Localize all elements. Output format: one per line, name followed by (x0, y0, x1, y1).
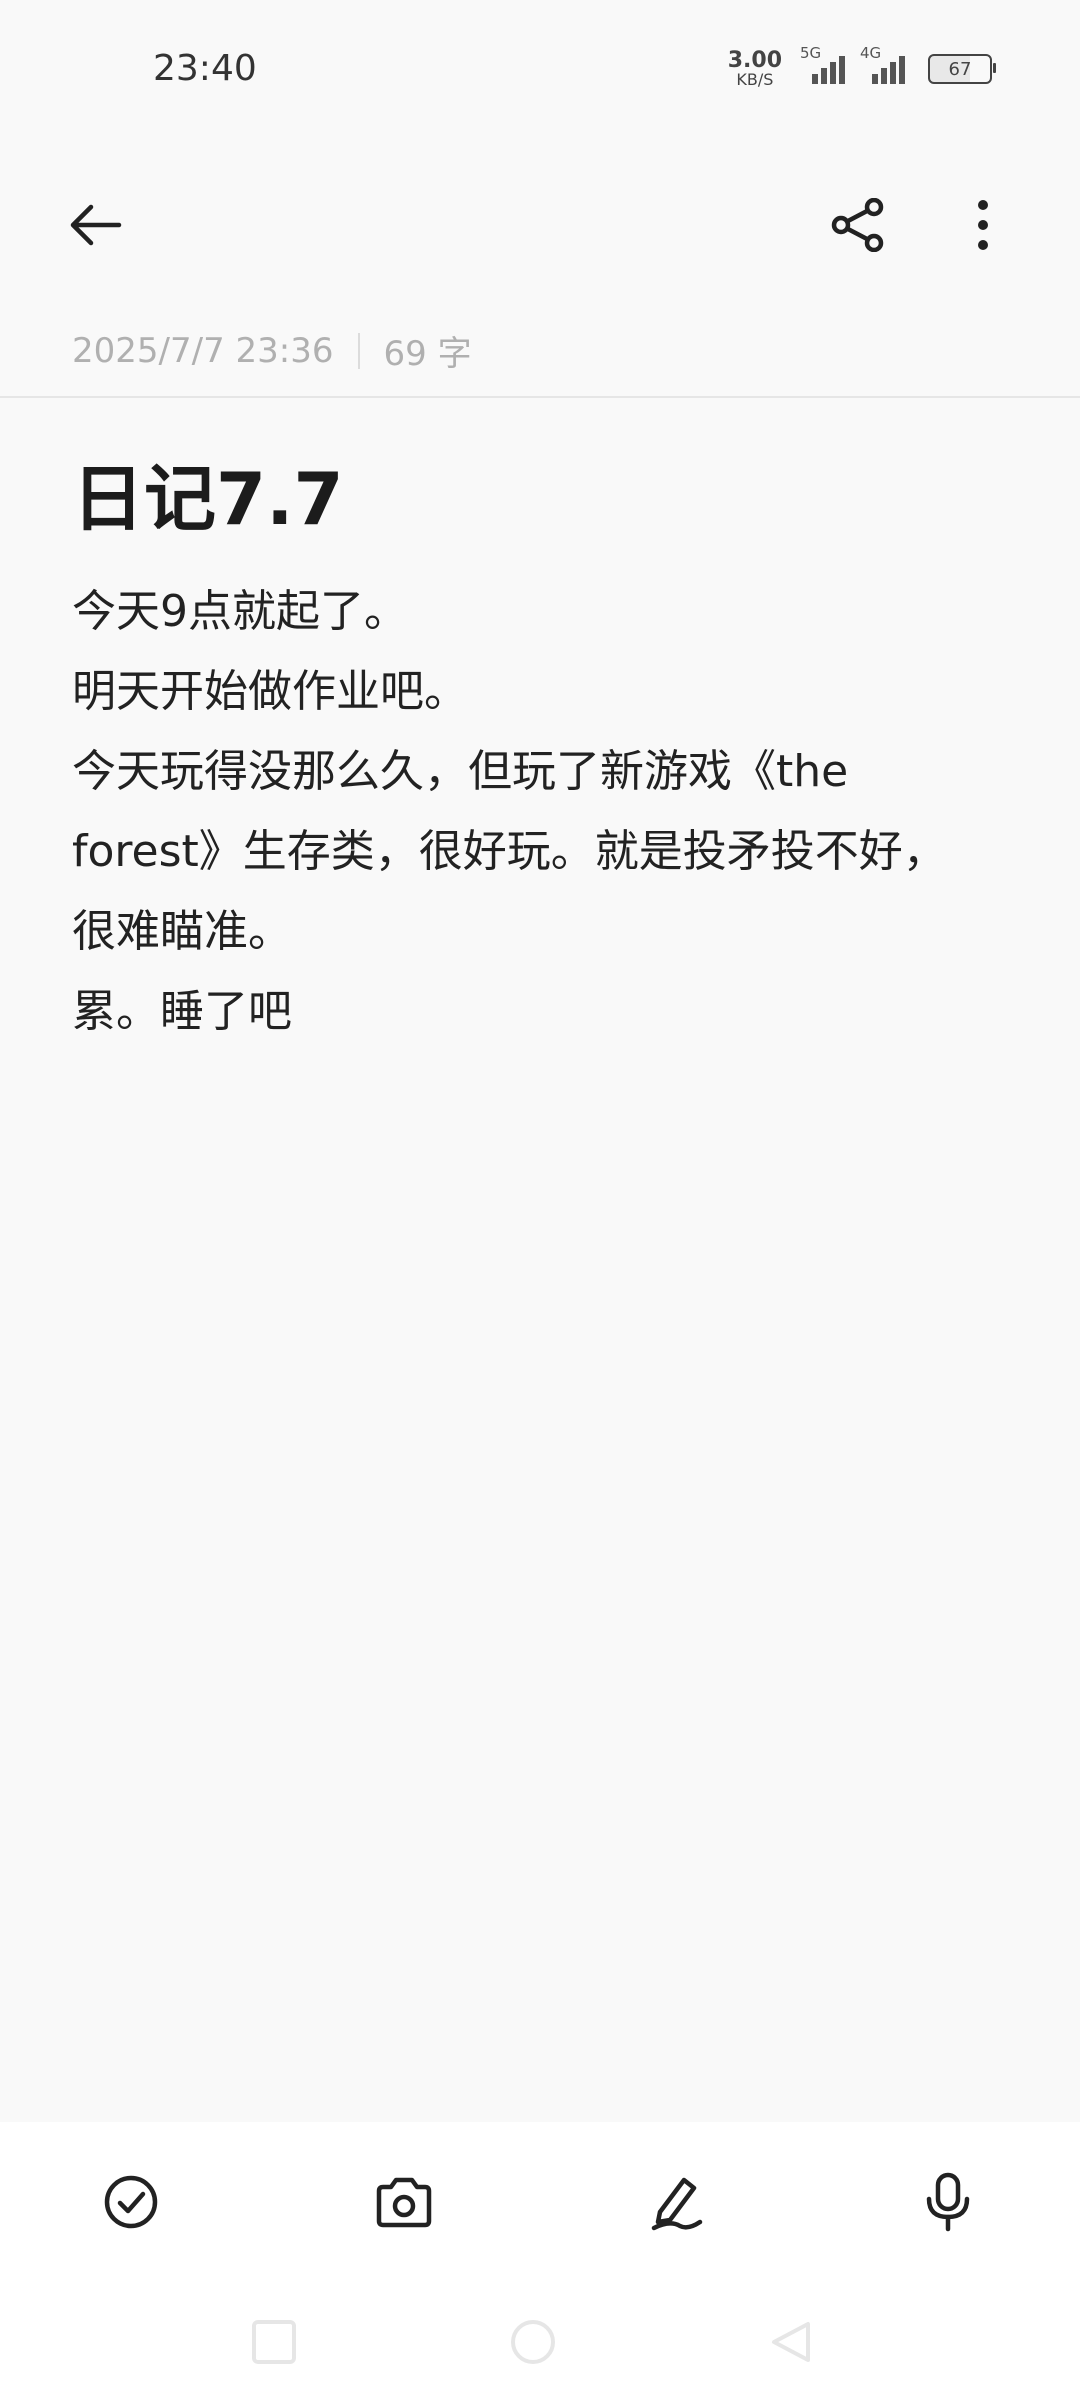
home-button[interactable] (503, 2312, 563, 2372)
note-line: 今天玩得没那么久，但玩了新游戏《the forest》生存类，很好玩。就是投矛投… (72, 746, 947, 957)
note-datetime: 2025/7/7 23:36 (72, 330, 334, 371)
share-icon (831, 198, 884, 252)
signal-5g-label: 5G (800, 44, 822, 62)
share-button[interactable] (813, 180, 903, 270)
back-triangle-icon (772, 2322, 810, 2362)
more-options-button[interactable] (938, 180, 1028, 270)
back-button[interactable] (50, 180, 140, 270)
checkbox-icon (104, 2175, 158, 2229)
network-speed-unit: KB/S (736, 70, 774, 89)
note-line: 明天开始做作业吧。 (72, 666, 468, 717)
signal-4g-label: 4G (860, 44, 882, 62)
battery-icon: 67 (928, 54, 996, 84)
microphone-icon (926, 2172, 970, 2232)
note-title[interactable]: 日记7.7 (72, 440, 344, 545)
system-navigation-bar (0, 2272, 1080, 2400)
editor-toolbar (0, 2122, 1080, 2272)
note-line: 今天9点就起了。 (72, 586, 408, 637)
camera-button[interactable] (359, 2157, 449, 2247)
recent-apps-button[interactable] (244, 2312, 304, 2372)
status-indicators: 3.00 KB/S 5G 4G 67 (728, 44, 996, 88)
signal-4g-icon: 4G (860, 44, 908, 86)
system-back-button[interactable] (762, 2312, 822, 2372)
pen-icon (651, 2177, 703, 2231)
network-speed-value: 3.00 (727, 48, 782, 73)
voice-input-button[interactable] (903, 2157, 993, 2247)
checklist-button[interactable] (86, 2157, 176, 2247)
network-speed: 3.00 KB/S (728, 50, 782, 88)
arrow-left-icon (70, 204, 122, 246)
status-time: 23:40 (153, 48, 257, 89)
note-line: 累。睡了吧 (72, 986, 292, 1037)
home-icon (511, 2320, 555, 2364)
header-divider (0, 396, 1080, 398)
note-body[interactable]: 今天9点就起了。 明天开始做作业吧。 今天玩得没那么久，但玩了新游戏《the f… (72, 572, 952, 1052)
handwriting-button[interactable] (631, 2157, 721, 2247)
signal-5g-icon: 5G (800, 44, 848, 86)
app-bar (0, 170, 1080, 280)
meta-separator (357, 332, 360, 369)
status-bar: 23:40 3.00 KB/S 5G 4G 67 (0, 0, 1080, 140)
recent-apps-icon (252, 2320, 296, 2364)
more-vertical-icon (978, 200, 988, 250)
battery-level: 67 (948, 58, 972, 80)
note-meta: 2025/7/7 23:36 69 字 (72, 326, 472, 375)
camera-icon (376, 2177, 432, 2228)
word-count: 69 字 (383, 334, 472, 374)
